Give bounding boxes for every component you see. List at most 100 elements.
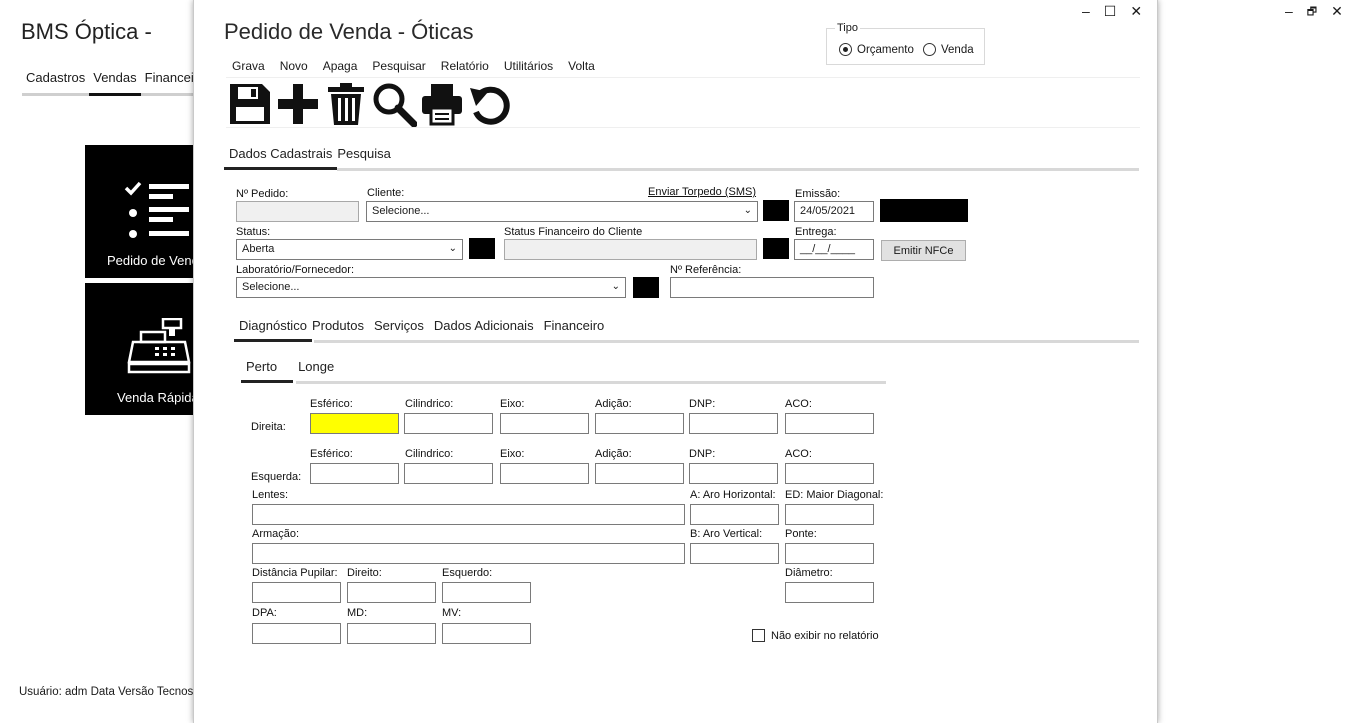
sms-link[interactable]: Enviar Torpedo (SMS) <box>648 186 756 198</box>
esquerda-cilindrico-field[interactable] <box>404 463 493 484</box>
emissao-field[interactable]: 24/05/2021 <box>794 201 874 222</box>
pedido-venda-window: Pedido de Venda - Óticas – ☐ ✕ Tipo Orça… <box>193 0 1158 723</box>
tab-dados-cadastrais[interactable]: Dados Cadastrais <box>224 146 338 170</box>
aro-vertical-field[interactable] <box>690 543 779 564</box>
radio-label: Venda <box>941 43 974 56</box>
redacted-block <box>880 199 968 222</box>
direita-cilindrico-field[interactable] <box>404 413 493 434</box>
col-cilindrico: Cilindrico: <box>405 398 454 410</box>
esquerda-label: Esquerda: <box>251 471 302 483</box>
referencia-field[interactable] <box>670 277 874 298</box>
inner-tabs: Perto Longe <box>241 359 339 383</box>
status-button[interactable] <box>469 238 495 259</box>
aro-horizontal-field[interactable] <box>690 504 779 525</box>
col-eixo: Eixo: <box>500 398 525 410</box>
direita-dnp-field[interactable] <box>689 413 778 434</box>
col-aco: ACO: <box>785 448 812 460</box>
main-nav: Cadastros Vendas Financei <box>22 70 198 96</box>
esquerdo-field[interactable] <box>442 582 531 603</box>
esquerda-esferico-field[interactable] <box>310 463 399 484</box>
restore-icon[interactable]: 🗗 <box>1307 3 1317 22</box>
esquerda-dnp-field[interactable] <box>689 463 778 484</box>
pedido-field[interactable] <box>236 201 359 222</box>
tab-dados-adicionais[interactable]: Dados Adicionais <box>429 318 539 342</box>
maior-diagonal-field[interactable] <box>785 504 874 525</box>
direita-esferico-field[interactable] <box>310 413 399 434</box>
dpa-field[interactable] <box>252 623 341 644</box>
radio-unchecked-icon <box>923 43 936 56</box>
lentes-field[interactable] <box>252 504 685 525</box>
maior-diagonal-label: ED: Maior Diagonal: <box>785 489 884 501</box>
tile-venda-rapida[interactable]: Venda Rápida <box>85 283 197 415</box>
direita-eixo-field[interactable] <box>500 413 589 434</box>
nav-cadastros[interactable]: Cadastros <box>22 70 90 96</box>
menu-grava[interactable]: Grava <box>232 59 265 73</box>
menu-apaga[interactable]: Apaga <box>323 59 358 73</box>
direita-adicao-field[interactable] <box>595 413 684 434</box>
md-field[interactable] <box>347 623 436 644</box>
menu-novo[interactable]: Novo <box>280 59 308 73</box>
tile-label: Venda Rápida <box>117 390 197 405</box>
tab-perto[interactable]: Perto <box>241 359 294 383</box>
tab-diagnostico[interactable]: Diagnóstico <box>234 318 312 342</box>
ponte-field[interactable] <box>785 543 874 564</box>
menu-relatorio[interactable]: Relatório <box>441 59 489 73</box>
tab-produtos[interactable]: Produtos <box>312 318 369 342</box>
entrega-field[interactable]: __/__/____ <box>794 239 874 260</box>
print-icon[interactable] <box>419 81 465 127</box>
armacao-field[interactable] <box>252 543 685 564</box>
search-icon[interactable] <box>371 81 417 127</box>
laboratorio-label: Laboratório/Fornecedor: <box>236 264 355 276</box>
esquerda-aco-field[interactable] <box>785 463 874 484</box>
nao-exibir-checkbox[interactable] <box>752 629 765 642</box>
tab-longe[interactable]: Longe <box>293 359 339 383</box>
trash-icon[interactable] <box>323 81 369 127</box>
nav-financeiro[interactable]: Financei <box>140 70 198 96</box>
main-window-controls: – 🗗 ✕ <box>1285 3 1343 22</box>
esquerda-eixo-field[interactable] <box>500 463 589 484</box>
direito-field[interactable] <box>347 582 436 603</box>
menu-utilitarios[interactable]: Utilitários <box>504 59 553 73</box>
cliente-select[interactable]: Selecione... ⌄ <box>366 201 758 222</box>
tab-financeiro[interactable]: Financeiro <box>539 318 610 342</box>
minimize-icon[interactable]: – <box>1285 3 1293 22</box>
diametro-field[interactable] <box>785 582 874 603</box>
divider <box>226 77 1140 78</box>
menu-pesquisar[interactable]: Pesquisar <box>372 59 425 73</box>
aro-vertical-label: B: Aro Vertical: <box>690 528 763 540</box>
radio-venda[interactable]: Venda <box>923 43 974 56</box>
nav-vendas[interactable]: Vendas <box>89 70 141 96</box>
mv-field[interactable] <box>442 623 531 644</box>
distancia-pupilar-field[interactable] <box>252 582 341 603</box>
tab-servicos[interactable]: Serviços <box>369 318 429 342</box>
maximize-icon[interactable]: ☐ <box>1104 3 1117 20</box>
radio-orcamento[interactable]: Orçamento <box>839 43 914 56</box>
entrega-label: Entrega: <box>795 226 837 238</box>
status-select[interactable]: Aberta ⌄ <box>236 239 463 260</box>
direita-aco-field[interactable] <box>785 413 874 434</box>
close-icon[interactable]: ✕ <box>1331 3 1343 22</box>
ponte-label: Ponte: <box>785 528 817 540</box>
cliente-lookup-button[interactable] <box>763 200 789 221</box>
aro-horizontal-label: A: Aro Horizontal: <box>690 489 776 501</box>
lentes-label: Lentes: <box>252 489 289 501</box>
save-icon[interactable] <box>227 81 273 127</box>
sub-tabs: Diagnóstico Produtos Serviços Dados Adic… <box>234 318 609 342</box>
close-icon[interactable]: ✕ <box>1130 3 1142 20</box>
tab-pesquisa[interactable]: Pesquisa <box>337 146 395 170</box>
laboratorio-button[interactable] <box>633 277 659 298</box>
tile-pedido-de-venda[interactable]: Pedido de Venc <box>85 145 197 278</box>
menu-volta[interactable]: Volta <box>568 59 595 73</box>
status-financeiro-label: Status Financeiro do Cliente <box>504 226 643 238</box>
add-icon[interactable] <box>275 81 321 127</box>
laboratorio-select[interactable]: Selecione... ⌄ <box>236 277 626 298</box>
esquerda-adicao-field[interactable] <box>595 463 684 484</box>
tipo-legend: Tipo <box>835 22 860 34</box>
tipo-group: Tipo Orçamento Venda <box>826 22 985 65</box>
emitir-nfce-button[interactable]: Emitir NFCe <box>881 240 966 261</box>
md-label: MD: <box>347 607 368 619</box>
minimize-icon[interactable]: – <box>1082 3 1090 20</box>
undo-icon[interactable] <box>467 81 513 127</box>
status-financeiro-button[interactable] <box>763 238 789 259</box>
col-eixo: Eixo: <box>500 448 525 460</box>
